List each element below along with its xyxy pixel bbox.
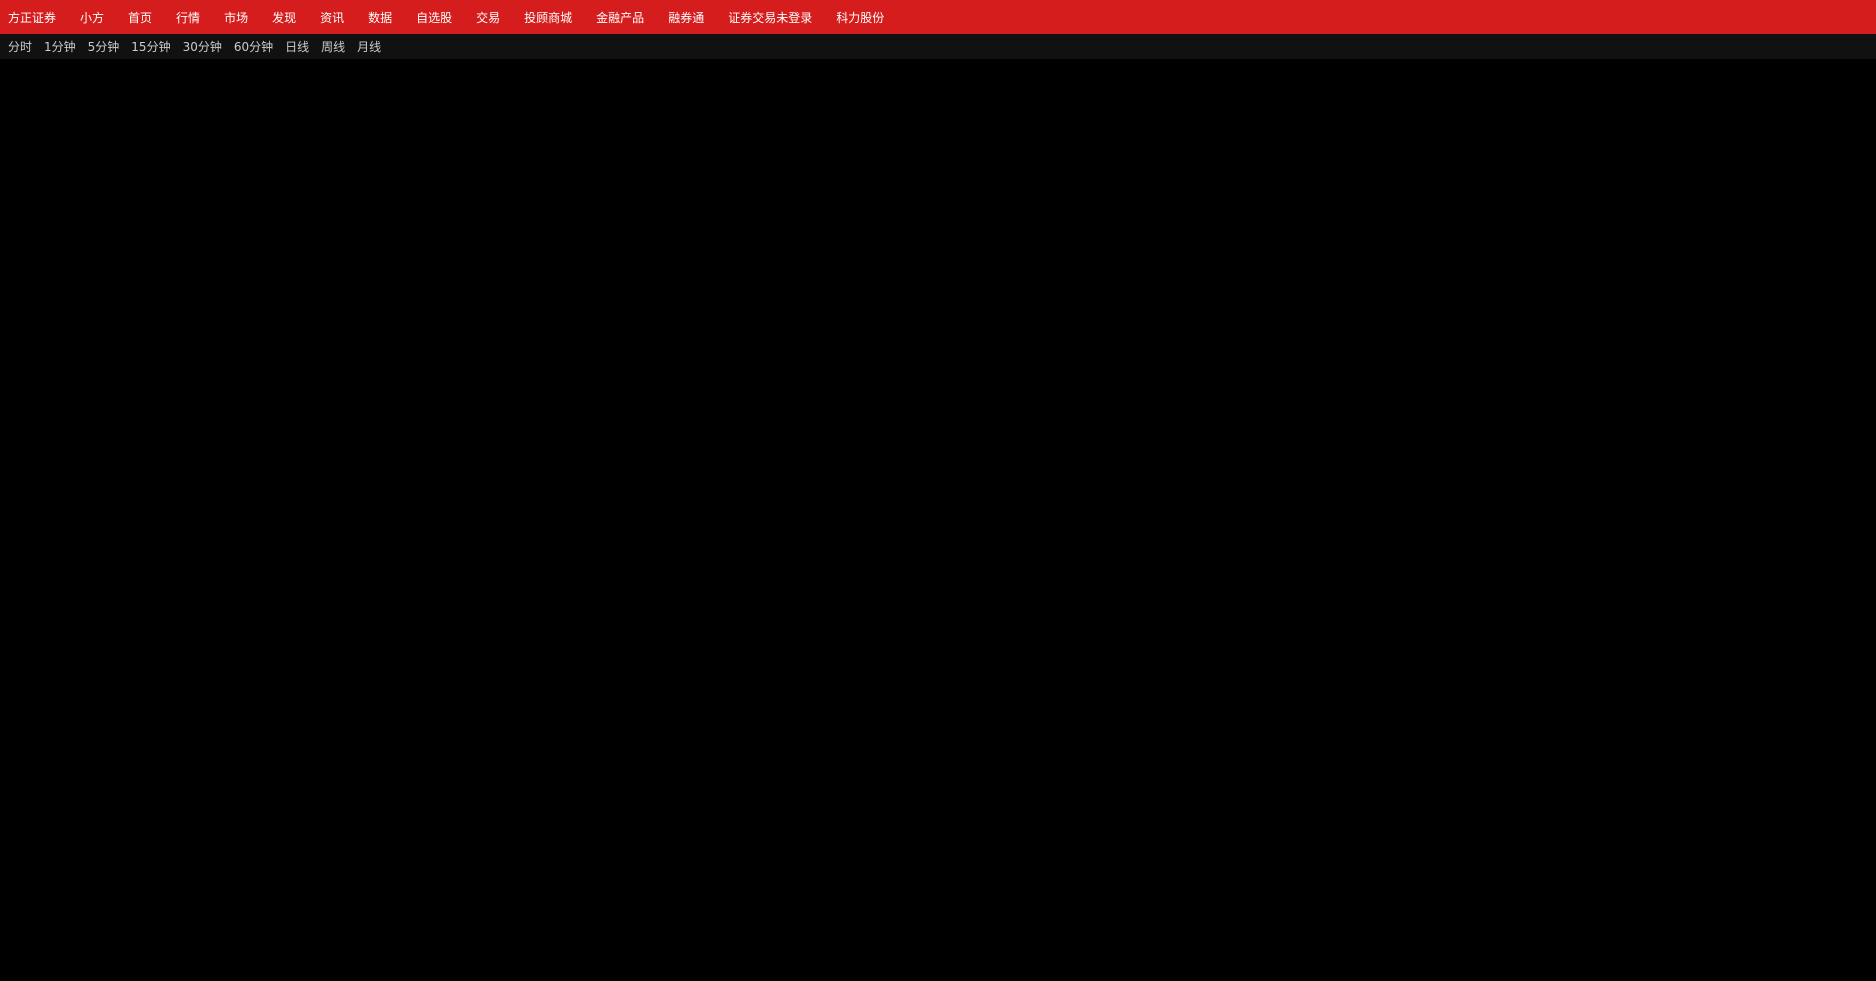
period-tab[interactable]: 60分钟 — [234, 38, 273, 55]
top-bar: 方正证券 小方 首页 行情 市场 发现 资讯 数据 自选股 交易 投顾商城 金融… — [0, 0, 1876, 34]
period-tab[interactable]: 分时 — [8, 38, 32, 55]
period-tab[interactable]: 30分钟 — [183, 38, 222, 55]
stock-name: 科力股份 — [836, 10, 885, 25]
period-tab[interactable]: 5分钟 — [88, 38, 120, 55]
menu-finance[interactable]: 金融产品 — [596, 9, 644, 26]
menu-news[interactable]: 资讯 — [320, 9, 344, 26]
brand: 方正证券 — [8, 10, 57, 25]
menu-quotes[interactable]: 行情 — [176, 9, 200, 26]
menu-watchlist[interactable]: 自选股 — [416, 9, 452, 26]
menu-discover[interactable]: 发现 — [272, 9, 296, 26]
menu-lending[interactable]: 融券通 — [668, 9, 704, 26]
period-tab[interactable]: 15分钟 — [131, 38, 170, 55]
menu-market[interactable]: 市场 — [224, 9, 248, 26]
brand-sub: 小方 — [80, 10, 105, 25]
menu-home[interactable]: 首页 — [128, 9, 152, 26]
menu-trade[interactable]: 交易 — [476, 9, 500, 26]
period-tab[interactable]: 日线 — [285, 38, 309, 55]
period-tab[interactable]: 1分钟 — [44, 38, 76, 55]
period-tab[interactable]: 周线 — [321, 38, 345, 55]
trade-status[interactable]: 证券交易未登录 — [728, 9, 812, 26]
period-tab[interactable]: 月线 — [357, 38, 381, 55]
menu-data[interactable]: 数据 — [368, 9, 392, 26]
period-tabs: 分时 1分钟 5分钟 15分钟 30分钟 60分钟 日线 周线 月线 — [0, 34, 1876, 59]
menu-advisor[interactable]: 投顾商城 — [524, 9, 572, 26]
